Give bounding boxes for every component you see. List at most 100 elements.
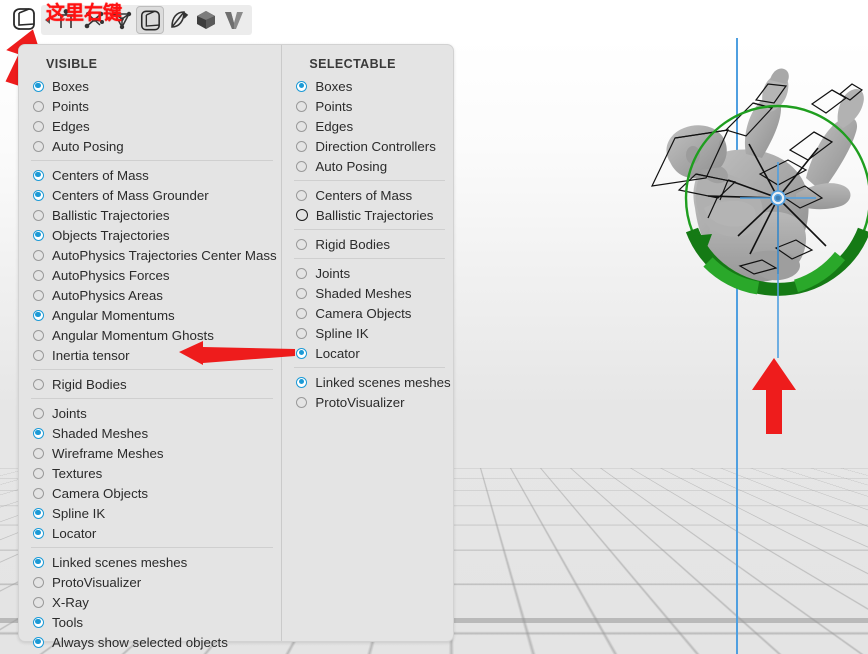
option-row-ballistic-trajectories[interactable]: Ballistic Trajectories: [288, 205, 453, 225]
option-row-locator[interactable]: Locator: [25, 523, 281, 543]
option-row-shaded-meshes[interactable]: Shaded Meshes: [288, 283, 453, 303]
radio-icon[interactable]: [33, 329, 44, 341]
radio-icon[interactable]: [296, 376, 308, 388]
option-row-edges[interactable]: Edges: [25, 116, 281, 136]
option-row-points[interactable]: Points: [25, 96, 281, 116]
option-row-boxes[interactable]: Boxes: [25, 76, 281, 96]
option-row-objects-trajectories[interactable]: Objects Trajectories: [25, 225, 281, 245]
radio-icon[interactable]: [33, 556, 44, 568]
option-row-ballistic-trajectories[interactable]: Ballistic Trajectories: [25, 205, 281, 225]
option-label: Tools: [52, 614, 84, 630]
option-row-direction-controllers[interactable]: Direction Controllers: [288, 136, 453, 156]
radio-icon[interactable]: [296, 327, 308, 339]
radio-icon[interactable]: [296, 307, 308, 319]
option-row-centers-of-mass-grounder[interactable]: Centers of Mass Grounder: [25, 185, 281, 205]
option-row-rigid-bodies[interactable]: Rigid Bodies: [288, 234, 453, 254]
option-row-x-ray[interactable]: X-Ray: [25, 592, 281, 612]
radio-icon[interactable]: [33, 140, 44, 152]
radio-icon[interactable]: [33, 427, 44, 439]
display-mode-icon[interactable]: [8, 5, 40, 33]
option-row-angular-momentums[interactable]: Angular Momentums: [25, 305, 281, 325]
option-row-protovisualizer[interactable]: ProtoVisualizer: [25, 572, 281, 592]
radio-icon[interactable]: [296, 100, 308, 112]
radio-icon[interactable]: [296, 287, 308, 299]
option-row-autophysics-trajectories-center-mass[interactable]: AutoPhysics Trajectories Center Mass: [25, 245, 281, 265]
option-row-joints[interactable]: Joints: [288, 263, 453, 283]
option-label: Textures: [52, 465, 103, 481]
radio-icon[interactable]: [33, 209, 44, 221]
radio-icon[interactable]: [33, 289, 44, 301]
selectable-column: SELECTABLE Boxes Points Edges Direction Con…: [281, 45, 453, 641]
radio-icon[interactable]: [33, 467, 44, 479]
option-row-centers-of-mass[interactable]: Centers of Mass: [25, 165, 281, 185]
option-row-linked-scenes-meshes[interactable]: Linked scenes meshes: [288, 372, 453, 392]
radio-icon[interactable]: [33, 80, 44, 92]
option-label: Points: [52, 98, 89, 114]
option-label: Rigid Bodies: [52, 376, 127, 392]
wireframe-sliver-icon[interactable]: [164, 6, 192, 34]
radio-icon[interactable]: [33, 378, 44, 390]
option-row-shaded-meshes[interactable]: Shaded Meshes: [25, 423, 281, 443]
option-row-spline-ik[interactable]: Spline IK: [288, 323, 453, 343]
option-separator: [294, 367, 445, 368]
radio-icon[interactable]: [296, 267, 308, 279]
radio-icon[interactable]: [33, 269, 44, 281]
radio-icon[interactable]: [296, 160, 308, 172]
shaded-box-icon[interactable]: [136, 6, 164, 34]
option-row-locator[interactable]: Locator: [288, 343, 453, 363]
radio-icon[interactable]: [296, 120, 308, 132]
option-row-linked-scenes-meshes[interactable]: Linked scenes meshes: [25, 552, 281, 572]
option-row-protovisualizer[interactable]: ProtoVisualizer: [288, 392, 453, 412]
radio-icon[interactable]: [33, 169, 44, 181]
radio-icon[interactable]: [33, 249, 44, 261]
annotation-arrow-viewport: [752, 358, 796, 434]
option-row-points[interactable]: Points: [288, 96, 453, 116]
radio-icon[interactable]: [296, 140, 308, 152]
radio-icon[interactable]: [33, 189, 44, 201]
option-row-spline-ik[interactable]: Spline IK: [25, 503, 281, 523]
radio-icon[interactable]: [33, 527, 44, 539]
radio-icon[interactable]: [295, 209, 308, 221]
option-row-camera-objects[interactable]: Camera Objects: [25, 483, 281, 503]
option-row-autophysics-areas[interactable]: AutoPhysics Areas: [25, 285, 281, 305]
vee-shape-icon[interactable]: [220, 6, 248, 34]
radio-icon[interactable]: [296, 238, 308, 250]
option-label: Rigid Bodies: [315, 236, 391, 252]
option-row-tools[interactable]: Tools: [25, 612, 281, 632]
option-row-angular-momentum-ghosts[interactable]: Angular Momentum Ghosts: [25, 325, 281, 345]
radio-icon[interactable]: [33, 407, 44, 419]
radio-icon[interactable]: [296, 80, 308, 92]
radio-icon[interactable]: [296, 347, 308, 359]
option-row-camera-objects[interactable]: Camera Objects: [288, 303, 453, 323]
cube-outline-icon: [13, 8, 35, 30]
radio-icon[interactable]: [33, 576, 44, 588]
radio-icon[interactable]: [33, 120, 44, 132]
radio-icon[interactable]: [33, 596, 44, 608]
option-separator: [31, 369, 274, 370]
option-row-always-show-selected-objects[interactable]: Always show selected objects: [25, 632, 281, 652]
option-row-centers-of-mass[interactable]: Centers of Mass: [288, 185, 453, 205]
solid-cube-icon[interactable]: [192, 6, 220, 34]
radio-icon[interactable]: [296, 189, 308, 201]
character-mesh[interactable]: [600, 58, 868, 358]
option-row-textures[interactable]: Textures: [25, 463, 281, 483]
option-row-auto-posing[interactable]: Auto Posing: [288, 156, 453, 176]
option-row-rigid-bodies[interactable]: Rigid Bodies: [25, 374, 281, 394]
radio-icon[interactable]: [33, 507, 44, 519]
option-row-joints[interactable]: Joints: [25, 403, 281, 423]
option-row-autophysics-forces[interactable]: AutoPhysics Forces: [25, 265, 281, 285]
option-row-edges[interactable]: Edges: [288, 116, 453, 136]
radio-icon[interactable]: [33, 229, 44, 241]
radio-icon[interactable]: [33, 349, 44, 361]
option-row-wireframe-meshes[interactable]: Wireframe Meshes: [25, 443, 281, 463]
radio-icon[interactable]: [33, 487, 44, 499]
option-row-inertia-tensor[interactable]: Inertia tensor: [25, 345, 281, 365]
radio-icon[interactable]: [33, 616, 44, 628]
radio-icon[interactable]: [33, 309, 44, 321]
option-row-boxes[interactable]: Boxes: [288, 76, 453, 96]
radio-icon[interactable]: [296, 396, 308, 408]
radio-icon[interactable]: [33, 447, 44, 459]
radio-icon[interactable]: [33, 636, 44, 648]
option-row-auto-posing[interactable]: Auto Posing: [25, 136, 281, 156]
radio-icon[interactable]: [33, 100, 44, 112]
